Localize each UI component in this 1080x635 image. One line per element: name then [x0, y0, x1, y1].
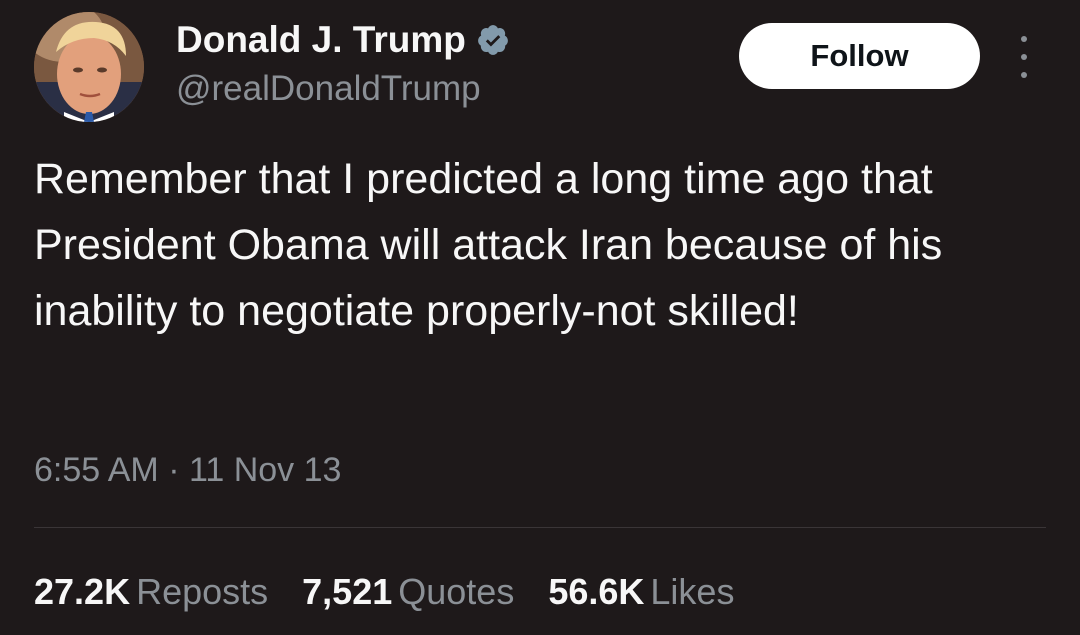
reposts-stat[interactable]: 27.2K Reposts: [34, 568, 268, 616]
quotes-stat[interactable]: 7,521 Quotes: [302, 568, 514, 616]
more-options-icon[interactable]: [1008, 36, 1040, 78]
likes-count: 56.6K: [548, 571, 645, 612]
reposts-count: 27.2K: [34, 571, 131, 612]
likes-stat[interactable]: 56.6K Likes: [548, 568, 734, 616]
engagement-stats: 27.2K Reposts 7,521 Quotes 56.6K Likes: [34, 568, 768, 616]
quotes-count: 7,521: [302, 571, 393, 612]
tweet-text: Remember that I predicted a long time ag…: [34, 155, 943, 335]
likes-label: Likes: [650, 571, 735, 612]
divider: [34, 527, 1046, 528]
quotes-label: Quotes: [398, 571, 515, 612]
follow-button[interactable]: Follow: [739, 23, 980, 89]
more-dot: [1021, 36, 1027, 42]
verified-badge-icon[interactable]: [476, 23, 510, 57]
profile-photo: [34, 12, 144, 122]
reposts-label: Reposts: [136, 571, 269, 612]
display-name-text: Donald J. Trump: [176, 19, 466, 60]
more-dot: [1021, 54, 1027, 60]
tweet-timestamp[interactable]: 6:55 AM · 11 Nov 13: [34, 448, 341, 492]
more-dot: [1021, 72, 1027, 78]
author-handle[interactable]: @realDonaldTrump: [176, 68, 481, 110]
author-display-name[interactable]: Donald J. Trump: [176, 18, 510, 62]
avatar[interactable]: [34, 12, 144, 122]
